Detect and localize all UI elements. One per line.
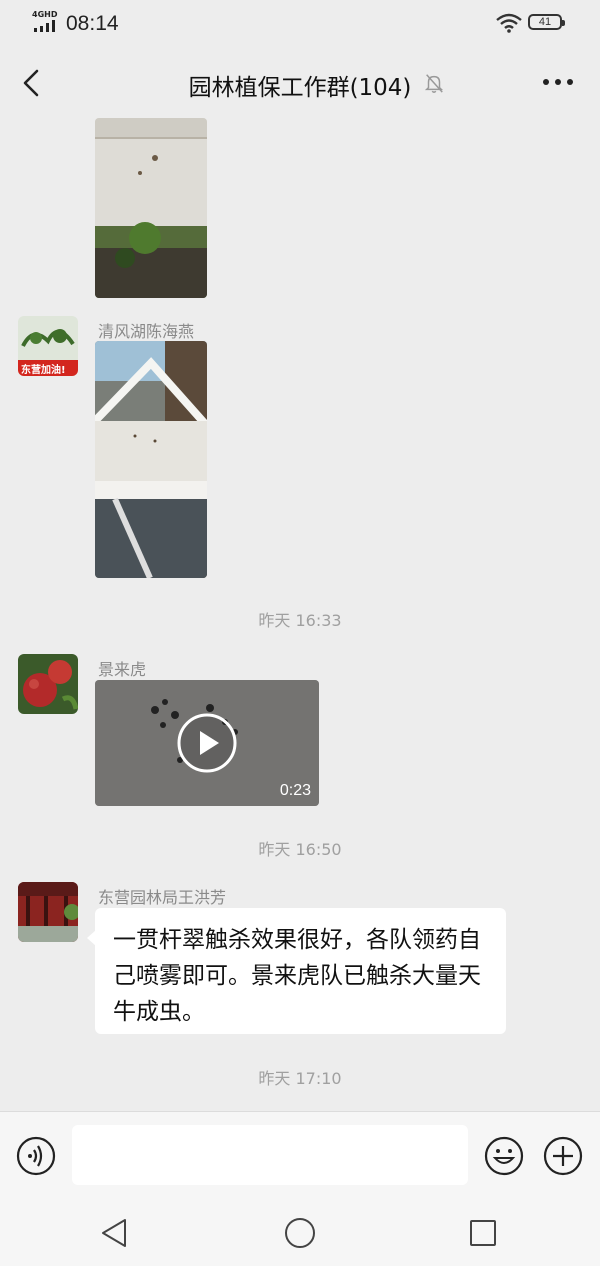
system-navigation-bar: [0, 1199, 600, 1266]
avatar-badge: 东营加油!: [21, 365, 66, 376]
triangle-back-icon[interactable]: [97, 1215, 133, 1251]
message-input[interactable]: [72, 1125, 468, 1185]
avatar[interactable]: [18, 654, 78, 714]
message-timestamp: 昨天 16:50: [258, 840, 342, 859]
chat-header: 园林植保工作群(104): [0, 48, 600, 118]
battery-indicator: 41: [528, 14, 565, 30]
emoji-icon[interactable]: [484, 1136, 524, 1176]
plus-icon[interactable]: [543, 1136, 583, 1176]
voice-icon[interactable]: [16, 1136, 56, 1176]
play-icon[interactable]: [177, 713, 237, 773]
avatar[interactable]: 东营加油!: [18, 316, 78, 376]
message-timestamp: 昨天 16:33: [258, 611, 342, 630]
status-bar: 4GHD 08:14 41: [0, 0, 600, 48]
input-bar: [0, 1111, 600, 1200]
more-dots-icon[interactable]: [540, 70, 576, 94]
message-timestamp: 昨天 17:10: [258, 1069, 342, 1088]
circle-home-icon[interactable]: [282, 1215, 318, 1251]
message-bubble[interactable]: 一贯杆翠触杀效果很好，各队领药自己喷雾即可。景来虎队已触杀大量天牛成虫。: [87, 908, 506, 1034]
network-type: 4GHD: [32, 10, 58, 19]
message-video[interactable]: 0:23: [95, 680, 319, 806]
status-time: 08:14: [66, 12, 119, 35]
sender-name: 清风湖陈海燕: [98, 322, 195, 341]
sender-name: 景来虎: [98, 660, 147, 679]
message-text: 一贯杆翠触杀效果很好，各队领药自己喷雾即可。景来虎队已触杀大量天牛成虫。: [113, 927, 481, 1025]
avatar[interactable]: [18, 882, 78, 942]
sender-name: 东营园林局王洪芳: [98, 888, 227, 907]
bell-off-icon: [425, 74, 444, 93]
square-recents-icon[interactable]: [465, 1215, 501, 1251]
message-image[interactable]: [95, 341, 207, 578]
message-image[interactable]: [95, 118, 207, 298]
chat-title: 园林植保工作群(104): [188, 75, 412, 101]
video-duration: 0:23: [279, 782, 311, 799]
wifi-icon: [496, 13, 522, 33]
signal-icon: [34, 20, 60, 32]
